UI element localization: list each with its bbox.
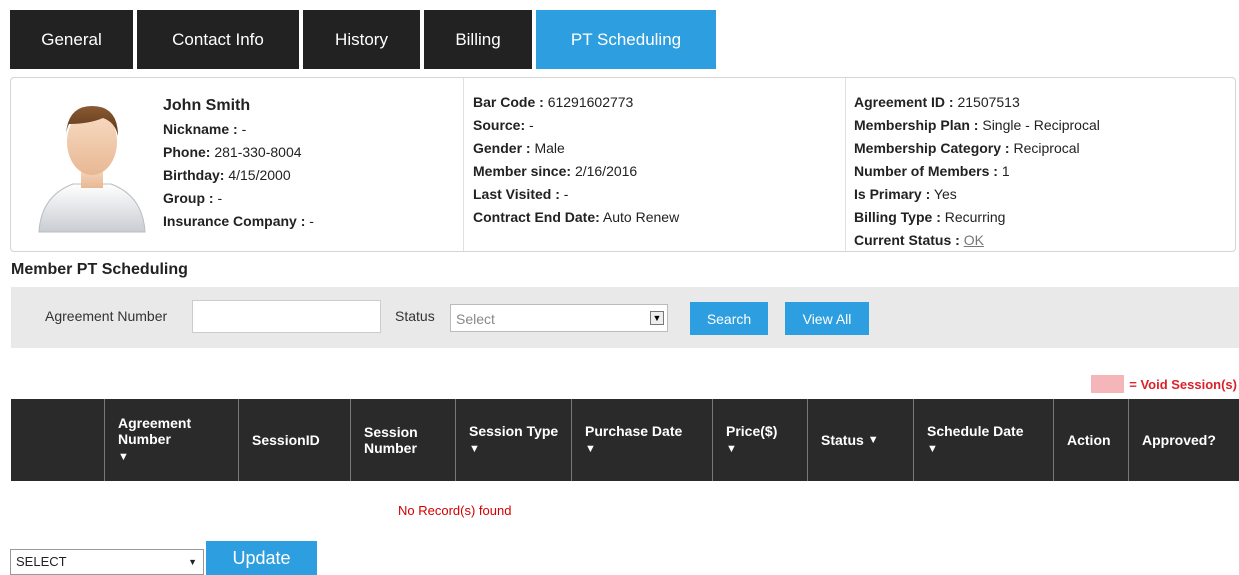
barcode-label: Bar Code : (473, 94, 544, 110)
divider (463, 78, 464, 251)
member-since-value: 2/16/2016 (574, 163, 638, 179)
view-all-button[interactable]: View All (785, 302, 869, 335)
member-name: John Smith (163, 97, 251, 114)
contract-end-label: Contract End Date: (473, 209, 600, 225)
number-of-members-label: Number of Members : (854, 163, 998, 179)
column-header-session-id: SessionID (239, 399, 351, 481)
status-select-value: Select (456, 311, 495, 327)
nickname-label: Nickname : (163, 121, 238, 137)
source-label: Source: (473, 117, 526, 133)
table-header: Agreement Number ▼ SessionID Session Numb… (11, 399, 1239, 481)
chevron-down-icon: ▼ (927, 443, 938, 455)
tab-contact-info[interactable]: Contact Info (137, 10, 299, 69)
chevron-down-icon: ▼ (188, 557, 197, 567)
column-header-agreement-number[interactable]: Agreement Number ▼ (105, 399, 239, 481)
member-basic-info: John Smith Nickname : - Phone: 281-330-8… (163, 94, 314, 233)
search-button[interactable]: Search (690, 302, 768, 335)
agreement-number-input[interactable] (192, 300, 381, 333)
member-agreement-info: Agreement ID : 21507513 Membership Plan … (854, 91, 1100, 252)
chevron-down-icon: ▼ (585, 443, 596, 455)
column-header-purchase-date[interactable]: Purchase Date ▼ (572, 399, 713, 481)
membership-plan-label: Membership Plan : (854, 117, 979, 133)
agreement-id-label: Agreement ID : (854, 94, 954, 110)
column-header-session-number: Session Number (351, 399, 456, 481)
source-value: - (529, 117, 534, 133)
member-info-card: John Smith Nickname : - Phone: 281-330-8… (10, 77, 1236, 252)
current-status-label: Current Status : (854, 232, 960, 248)
bulk-action-value: SELECT (16, 554, 67, 569)
empty-message: No Record(s) found (398, 503, 512, 518)
contract-end-value: Auto Renew (602, 209, 680, 225)
group-value: - (217, 190, 223, 206)
is-primary-label: Is Primary : (854, 186, 931, 202)
avatar (38, 106, 146, 233)
birthday-label: Birthday: (163, 167, 225, 183)
last-visited-label: Last Visited : (473, 186, 560, 202)
chevron-down-icon: ▼ (726, 443, 737, 455)
group-label: Group : (163, 190, 214, 206)
membership-category-label: Membership Category : (854, 140, 1010, 156)
bulk-action-select[interactable]: SELECT ▼ (10, 549, 204, 575)
column-header-schedule-date[interactable]: Schedule Date ▼ (914, 399, 1054, 481)
status-select[interactable]: Select ▼ (450, 304, 668, 332)
column-label: Price($) (726, 423, 778, 439)
nickname-value: - (241, 121, 247, 137)
column-label: Status (821, 432, 864, 448)
column-header-status[interactable]: Status ▼ (808, 399, 914, 481)
gender-value: Male (534, 140, 565, 156)
status-label: Status (395, 308, 435, 324)
divider (845, 78, 846, 251)
column-header-session-type[interactable]: Session Type ▼ (456, 399, 572, 481)
insurance-label: Insurance Company : (163, 213, 306, 229)
phone-label: Phone: (163, 144, 211, 160)
tab-general[interactable]: General (10, 10, 133, 69)
member-membership-info: Bar Code : 61291602773 Source: - Gender … (473, 91, 679, 229)
tab-bar: General Contact Info History Billing PT … (10, 10, 716, 69)
column-header-action: Action (1054, 399, 1129, 481)
billing-type-value: Recurring (944, 209, 1006, 225)
column-label: Session Type (469, 423, 559, 439)
gender-label: Gender : (473, 140, 531, 156)
last-visited-value: - (563, 186, 569, 202)
update-button[interactable]: Update (206, 541, 317, 575)
section-title: Member PT Scheduling (11, 261, 188, 278)
column-label: Session Number (364, 424, 418, 456)
column-header-select (11, 399, 105, 481)
birthday-value: 4/15/2000 (228, 167, 291, 183)
column-label: Schedule Date (927, 423, 1024, 439)
chevron-down-icon: ▼ (469, 443, 480, 455)
insurance-value: - (309, 213, 314, 229)
tab-pt-scheduling[interactable]: PT Scheduling (536, 10, 716, 69)
membership-plan-value: Single - Reciprocal (982, 117, 1100, 133)
column-header-approved: Approved? (1129, 399, 1239, 481)
column-label: Agreement Number (118, 415, 192, 447)
phone-value: 281-330-8004 (214, 144, 302, 160)
membership-category-value: Reciprocal (1013, 140, 1080, 156)
void-swatch (1091, 375, 1125, 393)
column-label: Purchase Date (585, 423, 683, 439)
member-since-label: Member since: (473, 163, 572, 179)
chevron-down-icon: ▼ (650, 311, 664, 325)
number-of-members-value: 1 (1001, 163, 1010, 179)
column-header-price[interactable]: Price($) ▼ (713, 399, 808, 481)
chevron-down-icon: ▼ (118, 451, 129, 463)
barcode-value: 61291602773 (547, 94, 634, 110)
void-legend-label: = Void Session(s) (1129, 376, 1237, 392)
search-panel: Agreement Number Status Select ▼ Search … (11, 287, 1239, 348)
agreement-id-value: 21507513 (957, 94, 1020, 110)
tab-billing[interactable]: Billing (424, 10, 532, 69)
agreement-number-label: Agreement Number (45, 308, 168, 324)
void-session-legend: = Void Session(s) (1091, 375, 1237, 393)
column-label: SessionID (252, 432, 320, 448)
billing-type-label: Billing Type : (854, 209, 941, 225)
tab-history[interactable]: History (303, 10, 420, 69)
column-label: Approved? (1142, 432, 1216, 448)
current-status-link[interactable]: OK (964, 232, 984, 248)
chevron-down-icon: ▼ (867, 434, 879, 446)
is-primary-value: Yes (933, 186, 957, 202)
column-label: Action (1067, 432, 1111, 448)
